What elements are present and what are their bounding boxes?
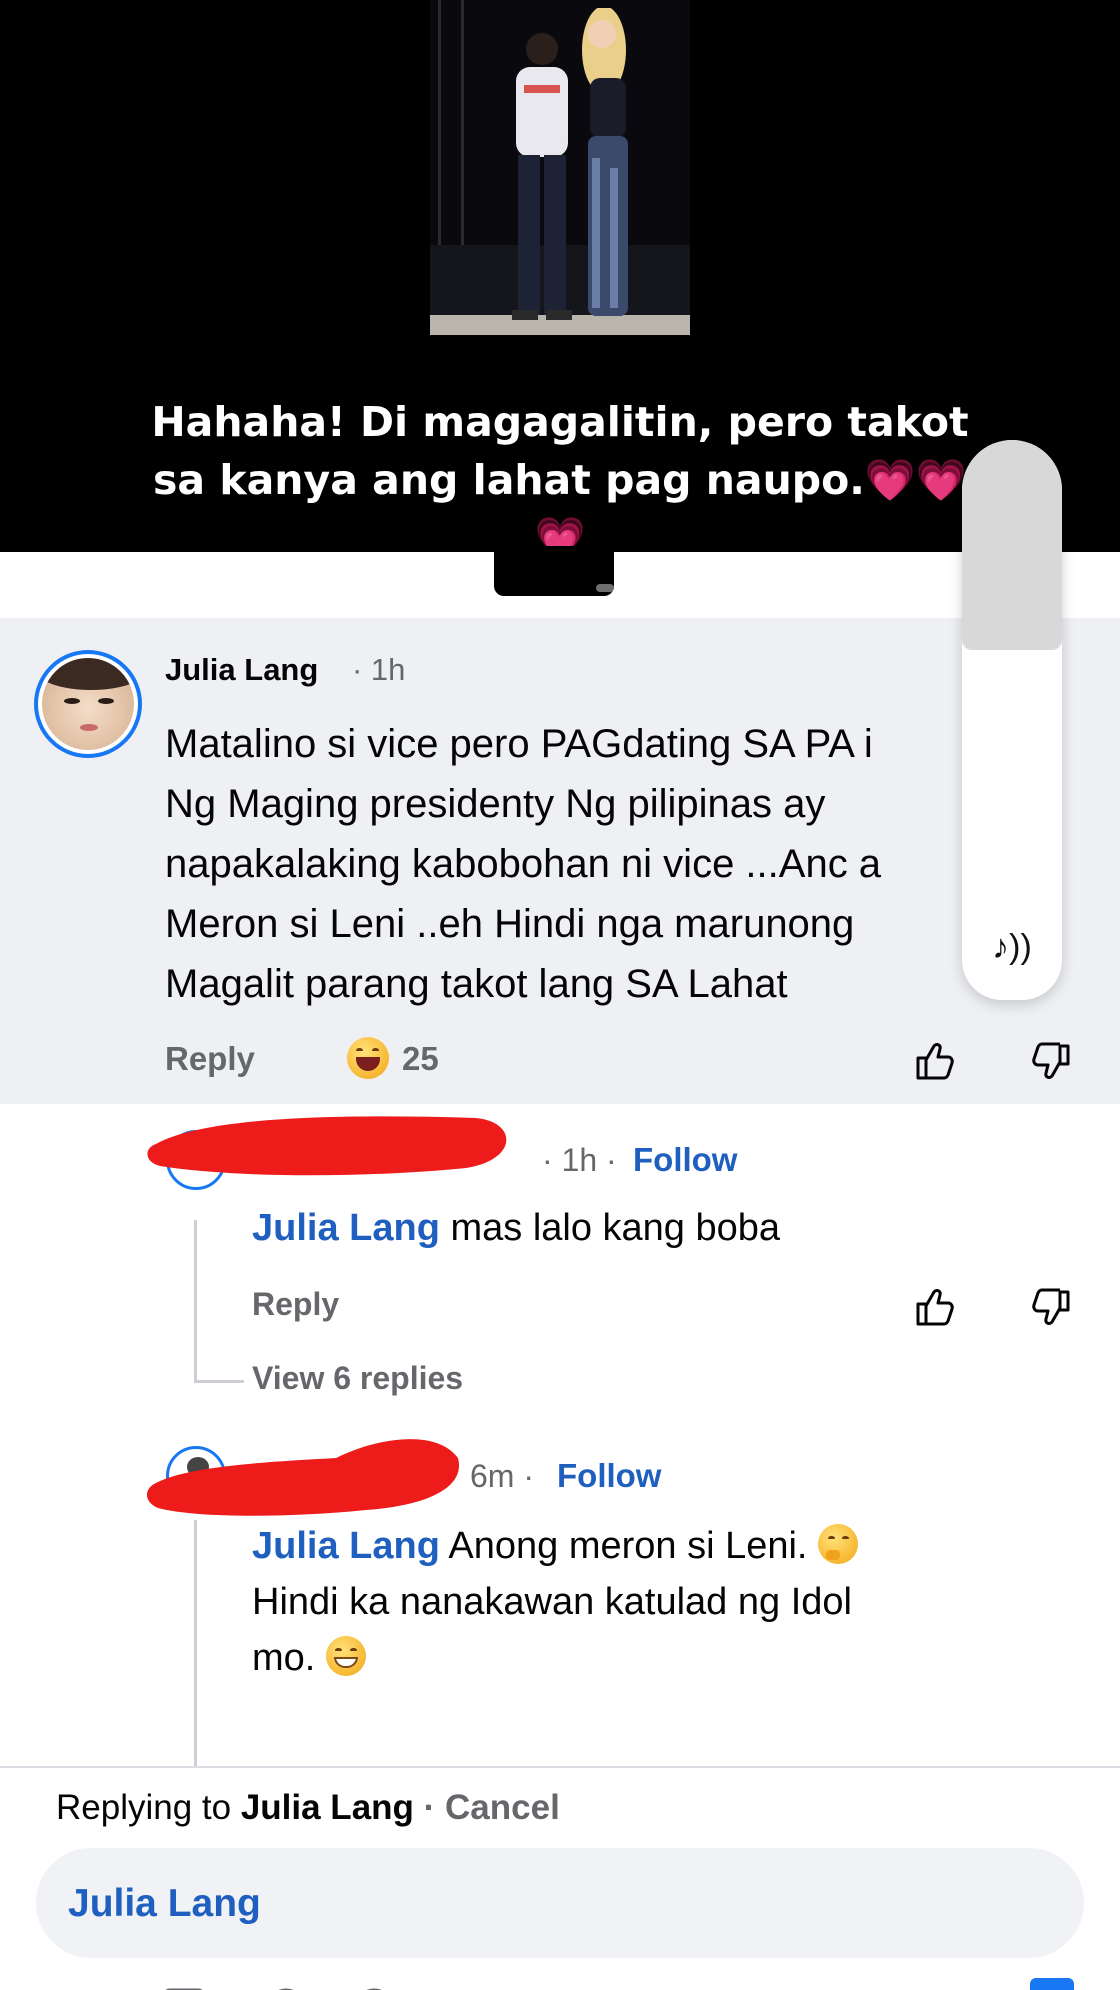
sweat-smile-emoji-icon xyxy=(325,1636,366,1676)
comment-input[interactable]: Julia Lang xyxy=(36,1848,1084,1958)
dislike-thumb-icon[interactable] xyxy=(1030,1288,1074,1332)
scroll-indicator xyxy=(596,584,614,592)
send-button[interactable] xyxy=(1030,1978,1074,1990)
avatar-eye xyxy=(98,698,114,704)
reply-text: Julia Lang Anong meron si Leni. Hindi ka… xyxy=(252,1518,1032,1686)
overlay-handle[interactable] xyxy=(962,440,1062,650)
follow-button[interactable]: Follow xyxy=(633,1141,737,1179)
reply-line-2: Hindi ka nanakawan katulad ng Idol xyxy=(252,1581,852,1623)
reply-time: · 1h · xyxy=(542,1142,617,1178)
replying-separator: · xyxy=(413,1788,446,1827)
person-blonde xyxy=(582,8,628,316)
emoji-eye xyxy=(372,1048,379,1053)
composer-toolbar-icons[interactable] xyxy=(54,1982,474,1990)
comment-input-value[interactable]: Julia Lang xyxy=(68,1882,261,1926)
mention-link[interactable]: Julia Lang xyxy=(252,1207,440,1249)
avatar-hair xyxy=(42,658,134,690)
avatar[interactable] xyxy=(34,650,142,758)
reply-line-3: mo. xyxy=(252,1630,1032,1686)
mention-link[interactable]: Julia Lang xyxy=(252,1525,440,1567)
person-white-shirt xyxy=(512,33,572,320)
post-media-area: Hahaha! Di magagalitin, pero takot sa ka… xyxy=(0,0,1120,562)
emoji-mouth xyxy=(356,1057,380,1071)
post-caption: Hahaha! Di magagalitin, pero takot sa ka… xyxy=(0,393,1120,567)
caption-line-1: Hahaha! Di magagalitin, pero takot xyxy=(151,398,969,446)
floating-reader-overlay[interactable]: ♪)) xyxy=(962,440,1062,1000)
reply-text: Julia Lang mas lalo kang boba xyxy=(252,1200,1032,1256)
haha-reaction-icon[interactable] xyxy=(347,1037,389,1079)
reply-line-1: Julia Lang Anong meron si Leni. xyxy=(252,1518,1032,1574)
like-thumb-icon[interactable] xyxy=(912,1284,956,1328)
thinking-emoji-icon xyxy=(818,1524,859,1564)
dislike-thumb-icon[interactable] xyxy=(1030,1042,1074,1086)
comment-main: Julia Lang · 1h Matalino si vice pero PA… xyxy=(0,618,1120,1104)
reply-time: 6m · xyxy=(470,1458,534,1494)
comment-time: · 1h xyxy=(352,652,406,687)
emoji-eye xyxy=(356,1048,363,1053)
emoji-grin xyxy=(333,1657,358,1668)
emoji-hand xyxy=(826,1550,841,1560)
replying-prefix: Replying to xyxy=(56,1788,241,1827)
thread-line xyxy=(194,1220,197,1380)
reply-composer: Replying to Julia Lang · Cancel Julia La… xyxy=(0,1766,1120,1990)
replying-target[interactable]: Julia Lang xyxy=(241,1788,414,1827)
post-photo[interactable] xyxy=(430,0,690,335)
comment-text: Matalino si vice pero PAGdating SA PA i … xyxy=(165,722,882,1006)
avatar-mouth xyxy=(80,724,98,731)
cancel-button[interactable]: Cancel xyxy=(445,1788,560,1827)
comment-author[interactable]: Julia Lang xyxy=(165,652,318,688)
thread-branch xyxy=(194,1380,244,1383)
thread-line xyxy=(194,1520,197,1766)
like-thumb-icon[interactable] xyxy=(912,1038,956,1082)
sound-note-icon[interactable]: ♪)) xyxy=(980,928,1044,972)
redacted-name-scribble xyxy=(147,1116,507,1176)
emoji-eye xyxy=(334,1648,342,1652)
reaction-count[interactable]: 25 xyxy=(402,1040,439,1078)
emoji-eye xyxy=(349,1648,357,1652)
reply-button[interactable]: Reply xyxy=(252,1286,339,1323)
reply-body: mas lalo kang boba xyxy=(439,1207,781,1249)
stage-truss xyxy=(438,0,464,260)
reply-body: Anong meron si Leni. xyxy=(439,1525,819,1567)
redacted-name-scribble xyxy=(146,1439,460,1516)
emoji-eye xyxy=(828,1536,836,1540)
follow-button[interactable]: Follow xyxy=(557,1457,661,1495)
view-replies-link[interactable]: View 6 replies xyxy=(252,1360,463,1397)
reply-button[interactable]: Reply xyxy=(165,1040,255,1078)
emoji-eye xyxy=(842,1536,850,1540)
avatar-eye xyxy=(64,698,80,704)
caption-line-2: sa kanya ang lahat pag naupo.💗💗 xyxy=(153,456,967,504)
reply-body: mo. xyxy=(252,1637,326,1679)
replying-to-label: Replying to Julia Lang · Cancel xyxy=(56,1788,560,1828)
avatar-face xyxy=(42,658,134,750)
